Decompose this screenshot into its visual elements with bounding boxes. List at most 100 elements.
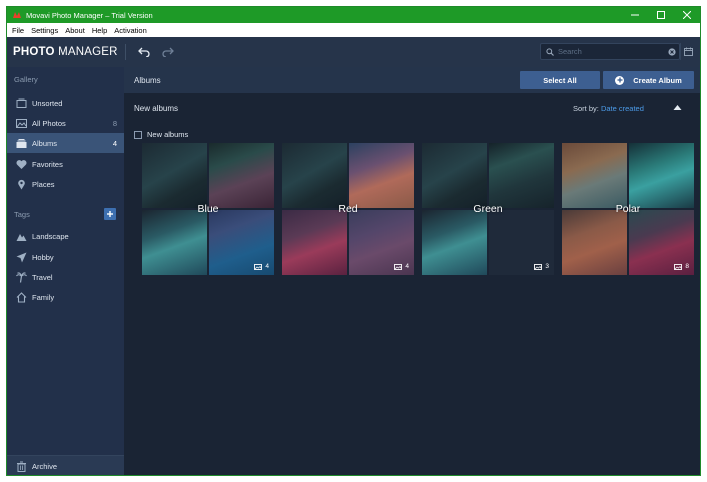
gallery-heading: Gallery: [14, 75, 38, 84]
album-count-value: 3: [545, 263, 549, 270]
archive-label: Archive: [32, 462, 58, 471]
title-bar: Movavi Photo Manager – Trial Version: [7, 7, 700, 23]
plus-icon: [615, 75, 625, 85]
sort-control[interactable]: Sort by: Date created: [573, 104, 644, 113]
select-all-button[interactable]: Select All: [520, 71, 600, 89]
album-count: 3: [534, 263, 549, 270]
sidebar-item-count: 4: [112, 138, 117, 148]
sidebar-item-label: Landscape: [32, 231, 69, 241]
sidebar-item-label: Albums: [32, 138, 58, 148]
photo-count-icon: [254, 263, 263, 270]
sidebar-item-count: 8: [112, 118, 117, 128]
main-panel: Albums Select All Create Album New album…: [124, 67, 700, 475]
sidebar-item-family[interactable]: Family: [7, 287, 124, 307]
sidebar-item-travel[interactable]: Travel: [7, 267, 124, 287]
album-name: Blue: [197, 203, 219, 215]
photo-count-icon: [674, 263, 683, 270]
sidebar-item-places[interactable]: Places: [7, 174, 124, 194]
create-album-label: Create Album: [633, 75, 682, 85]
house-icon: [15, 291, 27, 303]
sidebar-item-label: Unsorted: [32, 98, 63, 108]
close-icon[interactable]: [674, 7, 700, 23]
album-thumbnail: [142, 143, 207, 208]
sidebar-item-all-photos[interactable]: All Photos 8: [7, 113, 124, 133]
movavi-logo-icon: [13, 12, 21, 18]
menu-activation[interactable]: Activation: [114, 26, 147, 35]
collapse-icon[interactable]: [673, 104, 682, 113]
redo-icon[interactable]: [158, 42, 178, 62]
minimize-icon[interactable]: [622, 7, 648, 23]
album-count-value: 4: [265, 263, 269, 270]
sort-value[interactable]: Date created: [601, 104, 644, 113]
sidebar-item-hobby[interactable]: Hobby: [7, 247, 124, 267]
album-thumbnail: [562, 143, 627, 208]
album-thumbnail: [489, 143, 554, 208]
calendar-icon[interactable]: [680, 43, 696, 60]
clear-search-icon[interactable]: [668, 47, 676, 56]
sort-label: Sort by:: [573, 104, 599, 113]
palm-icon: [15, 271, 27, 283]
album-thumbnail: [562, 210, 627, 275]
checkbox[interactable]: [134, 130, 142, 139]
photos-icon: [15, 117, 27, 129]
trash-icon: [15, 461, 27, 473]
sidebar: Gallery Unsorted All Photos 8 Albums 4 F…: [7, 67, 124, 475]
page-title: Albums: [134, 75, 161, 85]
toolbar: PHOTO MANAGER: [7, 37, 700, 67]
plane-icon: [15, 251, 27, 263]
sidebar-item-label: Hobby: [32, 252, 54, 262]
group-checkbox[interactable]: New albums: [134, 130, 188, 139]
menu-about[interactable]: About: [65, 26, 85, 35]
album-name: Green: [473, 203, 503, 215]
sidebar-item-label: Travel: [32, 272, 53, 282]
album-thumbnail: [422, 210, 487, 275]
tags-heading: Tags: [14, 210, 30, 219]
sidebar-item-favorites[interactable]: Favorites: [7, 154, 124, 174]
album-card-polar[interactable]: Polar 8: [562, 143, 694, 275]
sidebar-item-label: Places: [32, 179, 55, 189]
album-thumbnail: [209, 143, 274, 208]
add-tag-button[interactable]: [104, 208, 116, 220]
album-card-red[interactable]: Red 4: [282, 143, 414, 275]
group-checkbox-label: New albums: [147, 130, 189, 139]
mountain-icon: [15, 230, 27, 242]
album-name: Red: [338, 203, 358, 215]
menu-help[interactable]: Help: [92, 26, 107, 35]
app-logo: PHOTO MANAGER: [13, 46, 118, 58]
menu-file[interactable]: File: [12, 26, 24, 35]
sidebar-item-label: Family: [32, 292, 55, 302]
albums-icon: [15, 137, 27, 149]
album-thumbnail: [282, 143, 347, 208]
menu-bar: File Settings About Help Activation: [7, 23, 700, 37]
archive-button[interactable]: Archive: [7, 455, 124, 475]
create-album-button[interactable]: Create Album: [603, 71, 694, 89]
sidebar-item-landscape[interactable]: Landscape: [7, 226, 124, 246]
photo-count-icon: [394, 263, 403, 270]
sidebar-item-albums[interactable]: Albums 4: [7, 133, 124, 153]
search-box[interactable]: [540, 43, 680, 60]
window-title: Movavi Photo Manager – Trial Version: [26, 10, 153, 20]
search-icon: [546, 47, 554, 56]
album-count-value: 8: [685, 263, 689, 270]
pin-icon: [15, 178, 27, 190]
photo-count-icon: [534, 263, 543, 270]
undo-icon[interactable]: [134, 42, 154, 62]
album-count-value: 4: [405, 263, 409, 270]
unsorted-icon: [15, 97, 27, 109]
app-window: Movavi Photo Manager – Trial Version Fil…: [6, 6, 701, 476]
album-card-blue[interactable]: Blue 4: [142, 143, 274, 275]
album-count: 4: [394, 263, 409, 270]
menu-settings[interactable]: Settings: [31, 26, 58, 35]
search-input[interactable]: [558, 47, 654, 56]
album-card-green[interactable]: Green 3: [422, 143, 554, 275]
album-thumbnail: [629, 143, 694, 208]
sidebar-item-label: All Photos: [32, 118, 66, 128]
heart-icon: [15, 158, 27, 170]
album-thumbnail: [422, 143, 487, 208]
toolbar-divider: [125, 44, 126, 60]
album-count: 8: [674, 263, 689, 270]
maximize-icon[interactable]: [648, 7, 674, 23]
sidebar-item-unsorted[interactable]: Unsorted: [7, 93, 124, 113]
album-thumbnail: [349, 143, 414, 208]
album-thumbnail: [282, 210, 347, 275]
